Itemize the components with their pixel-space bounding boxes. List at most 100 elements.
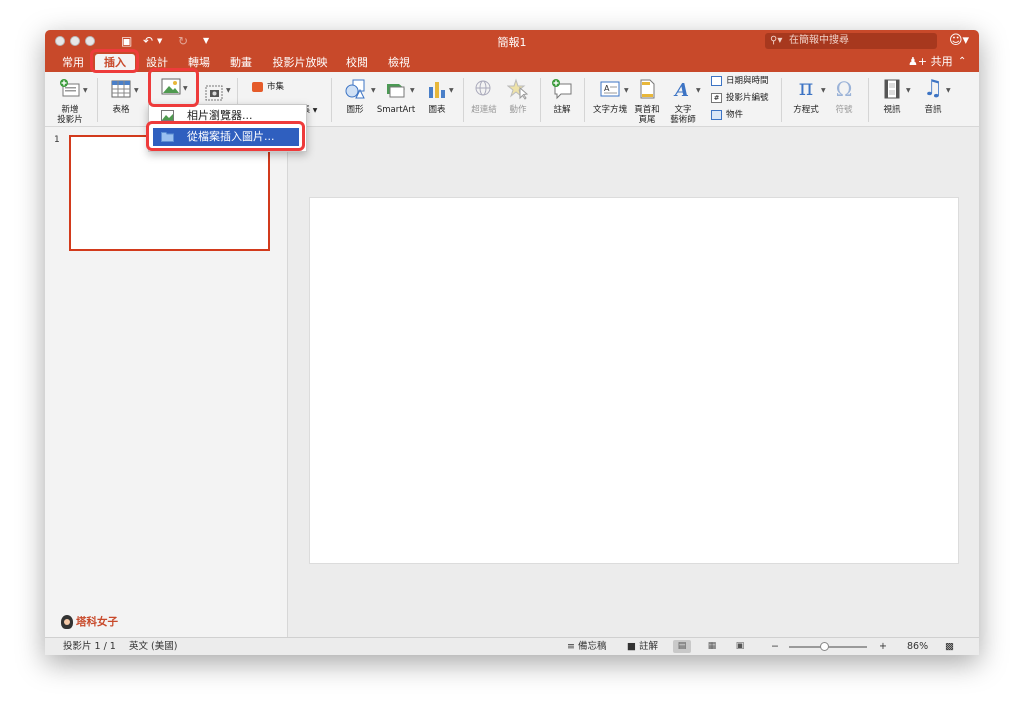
shapes-icon (345, 79, 365, 99)
video-button[interactable]: 視訊 (873, 72, 911, 126)
watermark-text: 塔科女子 (76, 616, 118, 628)
app-window: ▣ ↶ ▼ ↻ ▼ 簡報1 ⚲▾ 在簡報中搜尋 ☺▾ 常用 插入 設計 轉場 動… (45, 30, 979, 655)
equation-button[interactable]: π 方程式 (786, 72, 826, 126)
new-slide-dropdown-icon[interactable]: ▼ (83, 87, 88, 94)
picture-dropdown-icon[interactable]: ▼ (183, 85, 188, 92)
equation-label: 方程式 (793, 105, 819, 115)
action-star-icon (507, 78, 529, 100)
slide-canvas[interactable] (309, 197, 959, 564)
zoom-slider-knob[interactable] (819, 642, 829, 651)
new-slide-button[interactable]: 新增 投影片 (49, 72, 91, 126)
shapes-button[interactable]: 圖形 (335, 72, 375, 126)
video-film-icon (884, 79, 900, 99)
smartart-button[interactable]: SmartArt (375, 72, 417, 126)
slide-sorter-icon: ▦ (707, 641, 717, 651)
slide-number-hash-icon: # (711, 92, 722, 103)
search-box[interactable]: ⚲▾ 在簡報中搜尋 (765, 33, 937, 49)
header-footer-button[interactable]: 頁首和 頁尾 (631, 72, 663, 126)
comments-icon: ■ (627, 641, 639, 652)
ribbon-separator (781, 78, 782, 122)
table-dropdown-icon[interactable]: ▼ (134, 87, 139, 94)
status-bar: 投影片 1 / 1 英文 (美國) ≡ 備忘稿 ■ 註解 ▤ ▦ ▣ − + 8… (45, 637, 979, 655)
hyperlink-label: 超連結 (471, 105, 497, 115)
chart-label: 圖表 (428, 105, 446, 115)
chart-dropdown-icon[interactable]: ▼ (449, 87, 454, 94)
notes-button[interactable]: ≡ 備忘稿 (567, 638, 607, 655)
feedback-smiley-icon[interactable]: ☺▾ (949, 33, 969, 48)
menu-item-label: 從檔案插入圖片... (187, 130, 275, 143)
slide-thumbnail[interactable] (69, 135, 270, 251)
store-button[interactable]: 市集 (252, 81, 284, 93)
tab-review[interactable]: 校閱 (341, 54, 373, 72)
slide-number-button[interactable]: # 投影片編號 (711, 92, 769, 104)
table-button[interactable]: 表格 (102, 72, 140, 126)
slide-thumbnails-pane: 1 塔科女子 (45, 127, 288, 637)
tab-animations[interactable]: 動畫 (225, 54, 257, 72)
hyperlink-globe-icon (475, 80, 491, 96)
ribbon-separator (584, 78, 585, 122)
photo-browser-icon (161, 110, 174, 121)
screenshot-dropdown-icon[interactable]: ▼ (226, 87, 231, 94)
symbol-label: 符號 (835, 105, 853, 115)
tab-home[interactable]: 常用 (57, 54, 89, 72)
textbox-label: 文字方塊 (592, 105, 627, 115)
comments-button[interactable]: ■ 註解 (627, 638, 658, 655)
ribbon-separator (331, 78, 332, 122)
shapes-label: 圖形 (346, 105, 364, 115)
share-button[interactable]: ♟+ 共用 (908, 54, 953, 70)
music-note-icon: ♫ (923, 76, 943, 101)
tab-insert[interactable]: 插入 (95, 54, 135, 72)
audio-dropdown-icon[interactable]: ▼ (946, 87, 951, 94)
tab-design[interactable]: 設計 (141, 54, 173, 72)
normal-view-button[interactable]: ▤ (673, 640, 691, 653)
menu-item-photo-browser[interactable]: 相片瀏覽器... (153, 107, 299, 125)
collapse-ribbon-icon[interactable]: ⌃ (958, 54, 966, 70)
menu-item-picture-from-file[interactable]: 從檔案插入圖片... (153, 128, 299, 146)
wordart-icon: A (673, 80, 689, 100)
symbol-button[interactable]: Ω 符號 (827, 72, 861, 126)
fit-to-window-icon[interactable]: ▩ (945, 638, 954, 655)
object-button[interactable]: 物件 (711, 109, 743, 121)
search-icon: ⚲▾ (770, 35, 783, 46)
smartart-label: SmartArt (376, 105, 416, 115)
hyperlink-button[interactable]: 超連結 (466, 72, 502, 126)
tab-transitions[interactable]: 轉場 (183, 54, 215, 72)
action-button[interactable]: 動作 (501, 72, 535, 126)
wordart-dropdown-icon[interactable]: ▼ (696, 87, 701, 94)
slideshow-view-button[interactable]: ▣ (731, 640, 749, 653)
audio-button[interactable]: ♫ 音訊 (913, 72, 953, 126)
notes-icon: ≡ (567, 641, 578, 652)
textbox-button[interactable]: A 文字方塊 (588, 72, 632, 126)
screenshot-icon[interactable] (205, 85, 223, 101)
audio-label: 音訊 (924, 105, 942, 115)
wordart-button[interactable]: A 文字 藝術師 (665, 72, 701, 126)
comment-icon (552, 79, 572, 100)
tab-slideshow[interactable]: 投影片放映 (269, 54, 331, 72)
language-status[interactable]: 英文 (美國) (129, 638, 177, 655)
slide-thumbnail-number: 1 (54, 135, 60, 145)
watermark-logo: 塔科女子 (61, 614, 118, 629)
chart-icon (429, 82, 445, 98)
action-label: 動作 (509, 105, 527, 115)
picture-dropdown-menu: 相片瀏覽器... 從檔案插入圖片... (148, 104, 307, 152)
equation-dropdown-icon[interactable]: ▼ (821, 87, 826, 94)
textbox-dropdown-icon[interactable]: ▼ (624, 87, 629, 94)
zoom-percentage[interactable]: 86% (907, 638, 928, 655)
table-icon (111, 80, 131, 98)
tab-view[interactable]: 檢視 (383, 54, 415, 72)
date-time-label: 日期與時間 (726, 76, 769, 86)
ribbon-tab-bar: 常用 插入 設計 轉場 動畫 投影片放映 校閱 檢視 ♟+ 共用 ⌃ (45, 52, 979, 72)
menu-item-label: 相片瀏覽器... (187, 109, 253, 122)
notes-label: 備忘稿 (577, 641, 607, 652)
date-time-button[interactable]: 日期與時間 (711, 75, 769, 87)
smartart-icon (387, 84, 405, 98)
ribbon-separator (540, 78, 541, 122)
zoom-out-button[interactable]: − (771, 638, 779, 655)
presentation-icon: ▣ (735, 641, 745, 651)
video-dropdown-icon[interactable]: ▼ (906, 87, 911, 94)
slide-sorter-view-button[interactable]: ▦ (703, 640, 721, 653)
smartart-dropdown-icon[interactable]: ▼ (410, 87, 415, 94)
chart-button[interactable]: 圖表 (419, 72, 455, 126)
comment-button[interactable]: 註解 (544, 72, 580, 126)
zoom-in-button[interactable]: + (879, 638, 887, 655)
